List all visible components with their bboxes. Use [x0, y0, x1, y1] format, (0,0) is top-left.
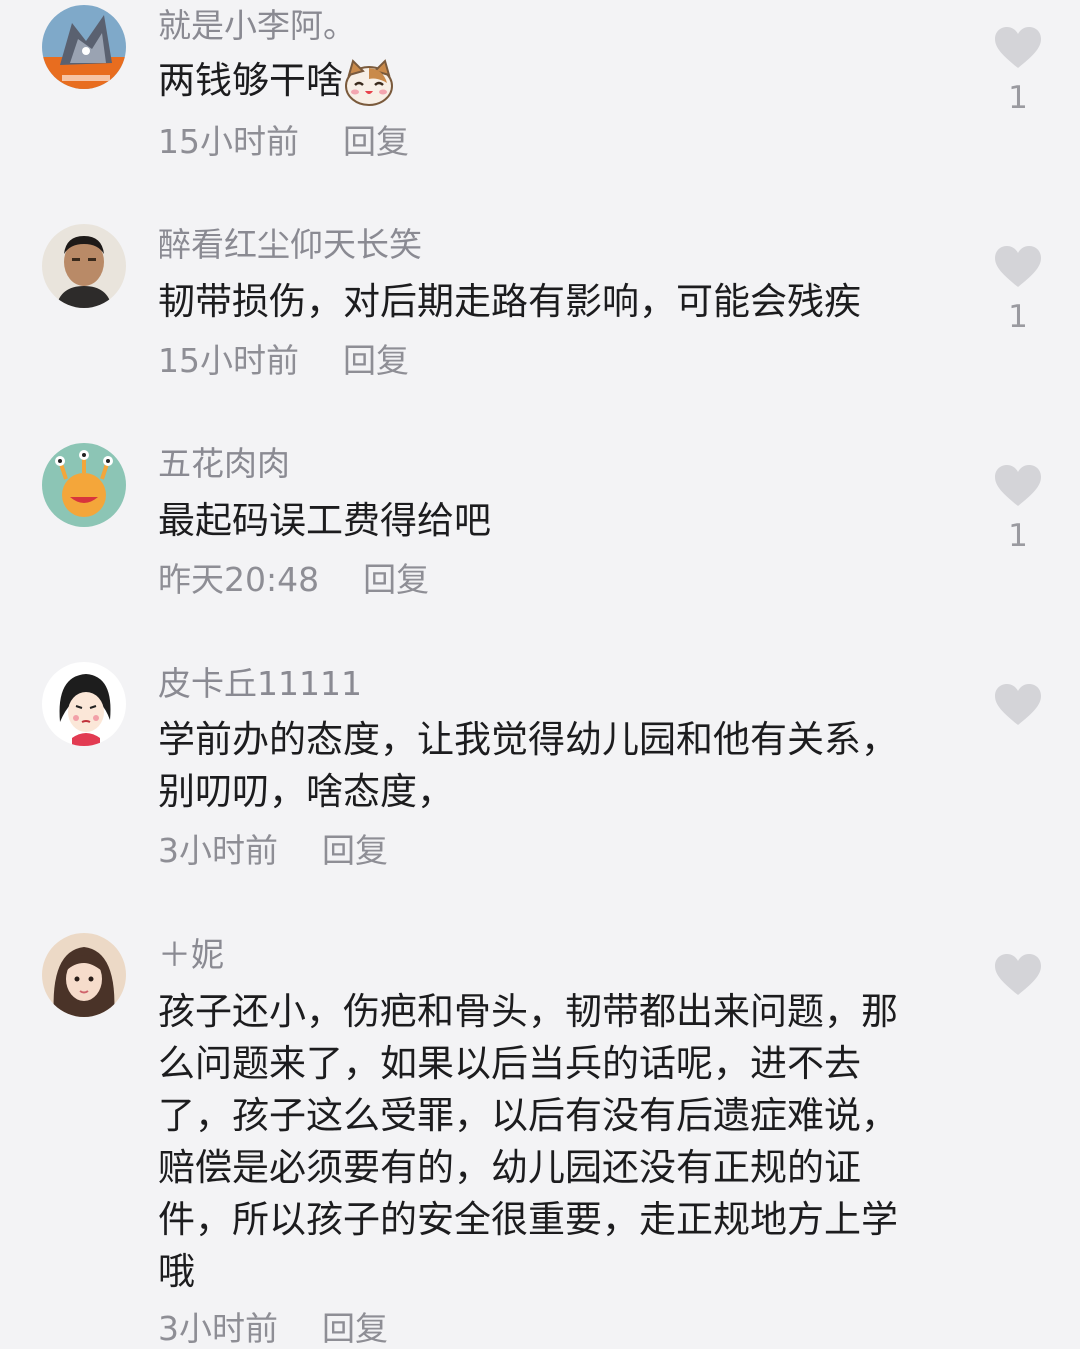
comment-username[interactable]: 醉看红尘仰天长笑 — [158, 225, 422, 265]
comment-username[interactable]: ＋妮 — [158, 935, 224, 975]
reply-button[interactable]: 回复 — [322, 1309, 388, 1348]
comment-text: 韧带损伤，对后期走路有影响，可能会残疾 — [158, 276, 958, 328]
comment-text: 最起码误工费得给吧 — [158, 495, 958, 547]
comment-line: 赔偿是必须要有的，幼儿园还没有正规的证 — [158, 1146, 861, 1189]
like-button[interactable]: 1 — [992, 245, 1044, 335]
comment-text: 孩子还小，伤疤和骨头，韧带都出来问题，那 么问题来了，如果以后当兵的话呢，进不去… — [158, 986, 958, 1298]
like-count: 1 — [1008, 518, 1028, 554]
comment-username[interactable]: 就是小李阿。 — [158, 6, 356, 46]
comment-meta: 3小时前 回复 — [158, 1309, 388, 1349]
avatar[interactable] — [42, 5, 126, 89]
heart-icon — [995, 954, 1041, 995]
comment-meta: 15小时前 回复 — [158, 341, 409, 381]
comment-line: 孩子还小，伤疤和骨头，韧带都出来问题，那 — [158, 990, 898, 1033]
avatar[interactable] — [42, 443, 126, 527]
comment-meta: 3小时前 回复 — [158, 831, 388, 871]
avatar[interactable] — [42, 933, 126, 1017]
comment-line: 件，所以孩子的安全很重要，走正规地方上学 — [158, 1198, 898, 1241]
avatar-cartoon-cat-icon — [42, 5, 126, 89]
like-count: 1 — [1008, 80, 1028, 116]
comment-text: 两钱够干啥 — [158, 55, 958, 107]
comment-time: 3小时前 — [158, 1309, 278, 1348]
avatar-cartoon-girl-icon — [42, 662, 126, 746]
comment-line: 哦 — [158, 1250, 195, 1293]
avatar[interactable] — [42, 224, 126, 308]
comment-line: 两钱够干啥 — [158, 59, 343, 102]
reply-button[interactable]: 回复 — [343, 122, 409, 161]
comment-meta: 15小时前 回复 — [158, 122, 409, 162]
avatar-monster-icon — [42, 443, 126, 527]
comment-time: 15小时前 — [158, 341, 299, 380]
comment-time: 昨天20:48 — [158, 560, 320, 599]
comment-username[interactable]: 皮卡丘11111 — [158, 664, 362, 704]
reply-button[interactable]: 回复 — [322, 831, 388, 870]
comment-time: 3小时前 — [158, 831, 278, 870]
avatar-photo-man-icon — [42, 224, 126, 308]
comment-line: 了，孩子这么受罪，以后有没有后遗症难说， — [158, 1094, 898, 1137]
comment-username[interactable]: 五花肉肉 — [158, 444, 290, 484]
comment-text: 学前办的态度，让我觉得幼儿园和他有关系， 别叨叨，啥态度， — [158, 714, 958, 818]
comment-meta: 昨天20:48 回复 — [158, 560, 429, 600]
avatar-photo-woman-icon — [42, 933, 126, 1017]
heart-icon — [995, 465, 1041, 506]
like-button[interactable]: 1 — [992, 26, 1044, 116]
comment-time: 15小时前 — [158, 122, 299, 161]
comment-line: 别叨叨，啥态度， — [158, 770, 454, 813]
comment-line: 韧带损伤，对后期走路有影响，可能会残疾 — [158, 280, 861, 323]
comment-line: 学前办的态度，让我觉得幼儿园和他有关系， — [158, 718, 898, 761]
like-button[interactable]: 1 — [992, 464, 1044, 554]
cat-face-emoji-icon — [343, 58, 395, 107]
avatar[interactable] — [42, 662, 126, 746]
reply-button[interactable]: 回复 — [343, 341, 409, 380]
heart-icon — [995, 246, 1041, 287]
comment-line: 么问题来了，如果以后当兵的话呢，进不去 — [158, 1042, 861, 1085]
like-button[interactable] — [992, 683, 1044, 727]
like-count: 1 — [1008, 299, 1028, 335]
like-button[interactable] — [992, 953, 1044, 997]
comment-line: 最起码误工费得给吧 — [158, 499, 491, 542]
heart-icon — [995, 27, 1041, 68]
reply-button[interactable]: 回复 — [363, 560, 429, 599]
heart-icon — [995, 684, 1041, 725]
